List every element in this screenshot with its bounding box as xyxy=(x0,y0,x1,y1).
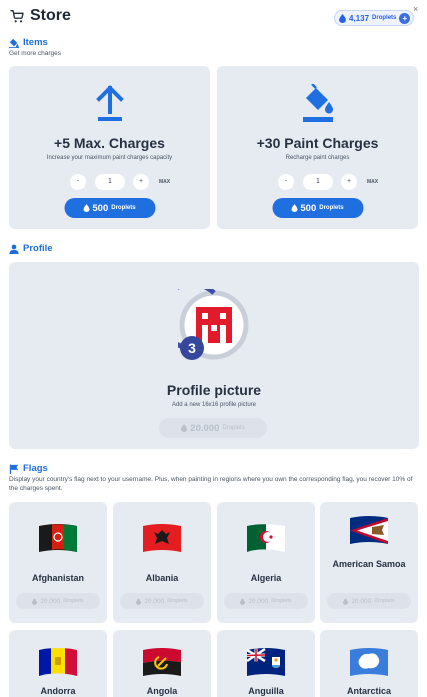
item-card-paint-charges: +30 Paint Charges Recharge paint charges… xyxy=(217,66,418,229)
flags-section-subtitle: Display your country's flag next to your… xyxy=(9,476,413,492)
max-button[interactable]: MAX xyxy=(367,179,378,185)
pixel-avatar-icon xyxy=(196,307,232,343)
price-label: Droplets xyxy=(374,598,395,604)
decrease-button[interactable]: - xyxy=(70,174,86,190)
flag-name: Angola xyxy=(146,686,178,696)
quantity-stepper: - 1 + MAX xyxy=(217,174,418,190)
decrease-button[interactable]: - xyxy=(278,174,294,190)
store-header: Store 4,137 Droplets + × xyxy=(0,0,427,34)
price-value: 500 xyxy=(92,202,109,214)
items-section-header: Items xyxy=(9,37,48,48)
price-label: Droplets xyxy=(222,425,245,431)
store-title-text: Store xyxy=(30,7,71,24)
buy-flag-button[interactable]: 20.000 Droplets xyxy=(16,593,100,609)
droplet-icon xyxy=(291,204,298,212)
flag-name: Albania xyxy=(145,573,179,583)
paint-bucket-icon xyxy=(9,38,19,48)
price-value: 20.000 xyxy=(351,597,372,605)
price-value: 500 xyxy=(300,202,317,214)
andorra-flag-icon xyxy=(39,648,77,676)
store-modal: Store 4,137 Droplets + × Items Get more … xyxy=(0,0,427,697)
flag-card-afghanistan[interactable]: Afghanistan 20.000 Droplets xyxy=(9,502,107,623)
store-title: Store xyxy=(9,7,71,25)
droplet-balance[interactable]: 4,137 Droplets + xyxy=(334,10,415,26)
flag-card-albania[interactable]: Albania 20.000 Droplets xyxy=(113,502,211,623)
flag-name: Afghanistan xyxy=(31,573,84,583)
profile-section-title: Profile xyxy=(23,243,53,254)
droplet-amount: 4,137 xyxy=(349,13,370,23)
profile-picture-preview: 3 xyxy=(178,289,249,360)
droplet-icon xyxy=(136,597,142,605)
buy-flag-button[interactable]: 20.000 Droplets xyxy=(327,593,411,609)
buy-flag-button[interactable]: 20.000 Droplets xyxy=(120,593,204,609)
flag-name: Algeria xyxy=(250,573,282,583)
flag-card-andorra[interactable]: Andorra xyxy=(9,630,107,697)
buy-button[interactable]: 500 Droplets xyxy=(64,198,155,218)
antarctica-flag-icon xyxy=(350,648,388,676)
user-icon xyxy=(9,244,19,254)
droplet-icon xyxy=(83,204,90,212)
item-title: +30 Paint Charges xyxy=(256,135,379,151)
flag-card-anguilla[interactable]: Anguilla xyxy=(217,630,315,697)
droplet-icon xyxy=(343,597,349,605)
droplet-icon xyxy=(32,597,38,605)
flag-name: Anguilla xyxy=(248,686,284,696)
profile-picture-card: 3 Profile picture Add a new 16x16 profil… xyxy=(9,262,419,449)
buy-profile-picture-button[interactable]: 20.000 Droplets xyxy=(159,418,267,438)
flag-name: American Samoa xyxy=(332,559,406,569)
flag-icon xyxy=(9,463,19,474)
price-label: Droplets xyxy=(167,598,188,604)
items-section-subtitle: Get more charges xyxy=(9,50,62,57)
price-label: Droplets xyxy=(111,205,136,211)
upload-arrow-icon xyxy=(95,85,124,121)
buy-button[interactable]: 500 Droplets xyxy=(272,198,363,218)
add-droplets-button[interactable]: + xyxy=(399,12,411,24)
angola-flag-icon xyxy=(143,648,181,676)
flag-card-antarctica[interactable]: Antarctica xyxy=(320,630,418,697)
quantity-input[interactable]: 1 xyxy=(95,174,125,190)
droplet-icon xyxy=(240,597,246,605)
quantity-stepper: - 1 + MAX xyxy=(9,174,210,190)
items-section-title: Items xyxy=(23,37,48,48)
profile-picture-title: Profile picture xyxy=(166,382,262,398)
droplet-icon xyxy=(339,13,346,23)
quantity-input[interactable]: 1 xyxy=(303,174,333,190)
albania-flag-icon xyxy=(143,524,181,552)
price-value: 20.000 xyxy=(190,422,220,434)
flag-name: Antarctica xyxy=(346,686,391,696)
close-button[interactable]: × xyxy=(413,4,418,14)
profile-picture-description: Add a new 16x16 profile picture xyxy=(171,402,257,408)
american-samoa-flag-icon xyxy=(350,516,388,544)
droplet-label: Droplets xyxy=(372,15,397,21)
item-description: Increase your maximum paint charges capa… xyxy=(46,155,173,161)
cart-icon xyxy=(10,10,24,23)
flag-card-american-samoa[interactable]: American Samoa 20.000 Droplets xyxy=(320,502,418,623)
profile-section-header: Profile xyxy=(9,243,53,254)
flag-name: Andorra xyxy=(40,686,76,696)
price-label: Droplets xyxy=(319,205,344,211)
afghanistan-flag-icon xyxy=(39,524,77,552)
price-label: Droplets xyxy=(271,598,292,604)
increase-button[interactable]: + xyxy=(341,174,357,190)
flag-card-angola[interactable]: Angola xyxy=(113,630,211,697)
max-button[interactable]: MAX xyxy=(159,179,170,185)
level-badge: 3 xyxy=(188,340,196,356)
price-label: Droplets xyxy=(63,598,84,604)
droplet-icon xyxy=(181,424,188,432)
item-description: Recharge paint charges xyxy=(285,155,350,161)
price-value: 20.000 xyxy=(248,597,269,605)
anguilla-flag-icon xyxy=(246,647,285,676)
flag-card-algeria[interactable]: Algeria 20.000 Droplets xyxy=(217,502,315,623)
flags-section-header: Flags xyxy=(9,463,48,474)
item-title: +5 Max. Charges xyxy=(54,135,165,151)
price-value: 20.000 xyxy=(40,597,61,605)
flags-section-title: Flags xyxy=(23,463,48,474)
paint-bucket-icon xyxy=(302,84,333,122)
buy-flag-button[interactable]: 20.000 Droplets xyxy=(224,593,308,609)
algeria-flag-icon xyxy=(247,524,285,552)
increase-button[interactable]: + xyxy=(133,174,149,190)
item-card-max-charges: +5 Max. Charges Increase your maximum pa… xyxy=(9,66,210,229)
price-value: 20.000 xyxy=(144,597,165,605)
